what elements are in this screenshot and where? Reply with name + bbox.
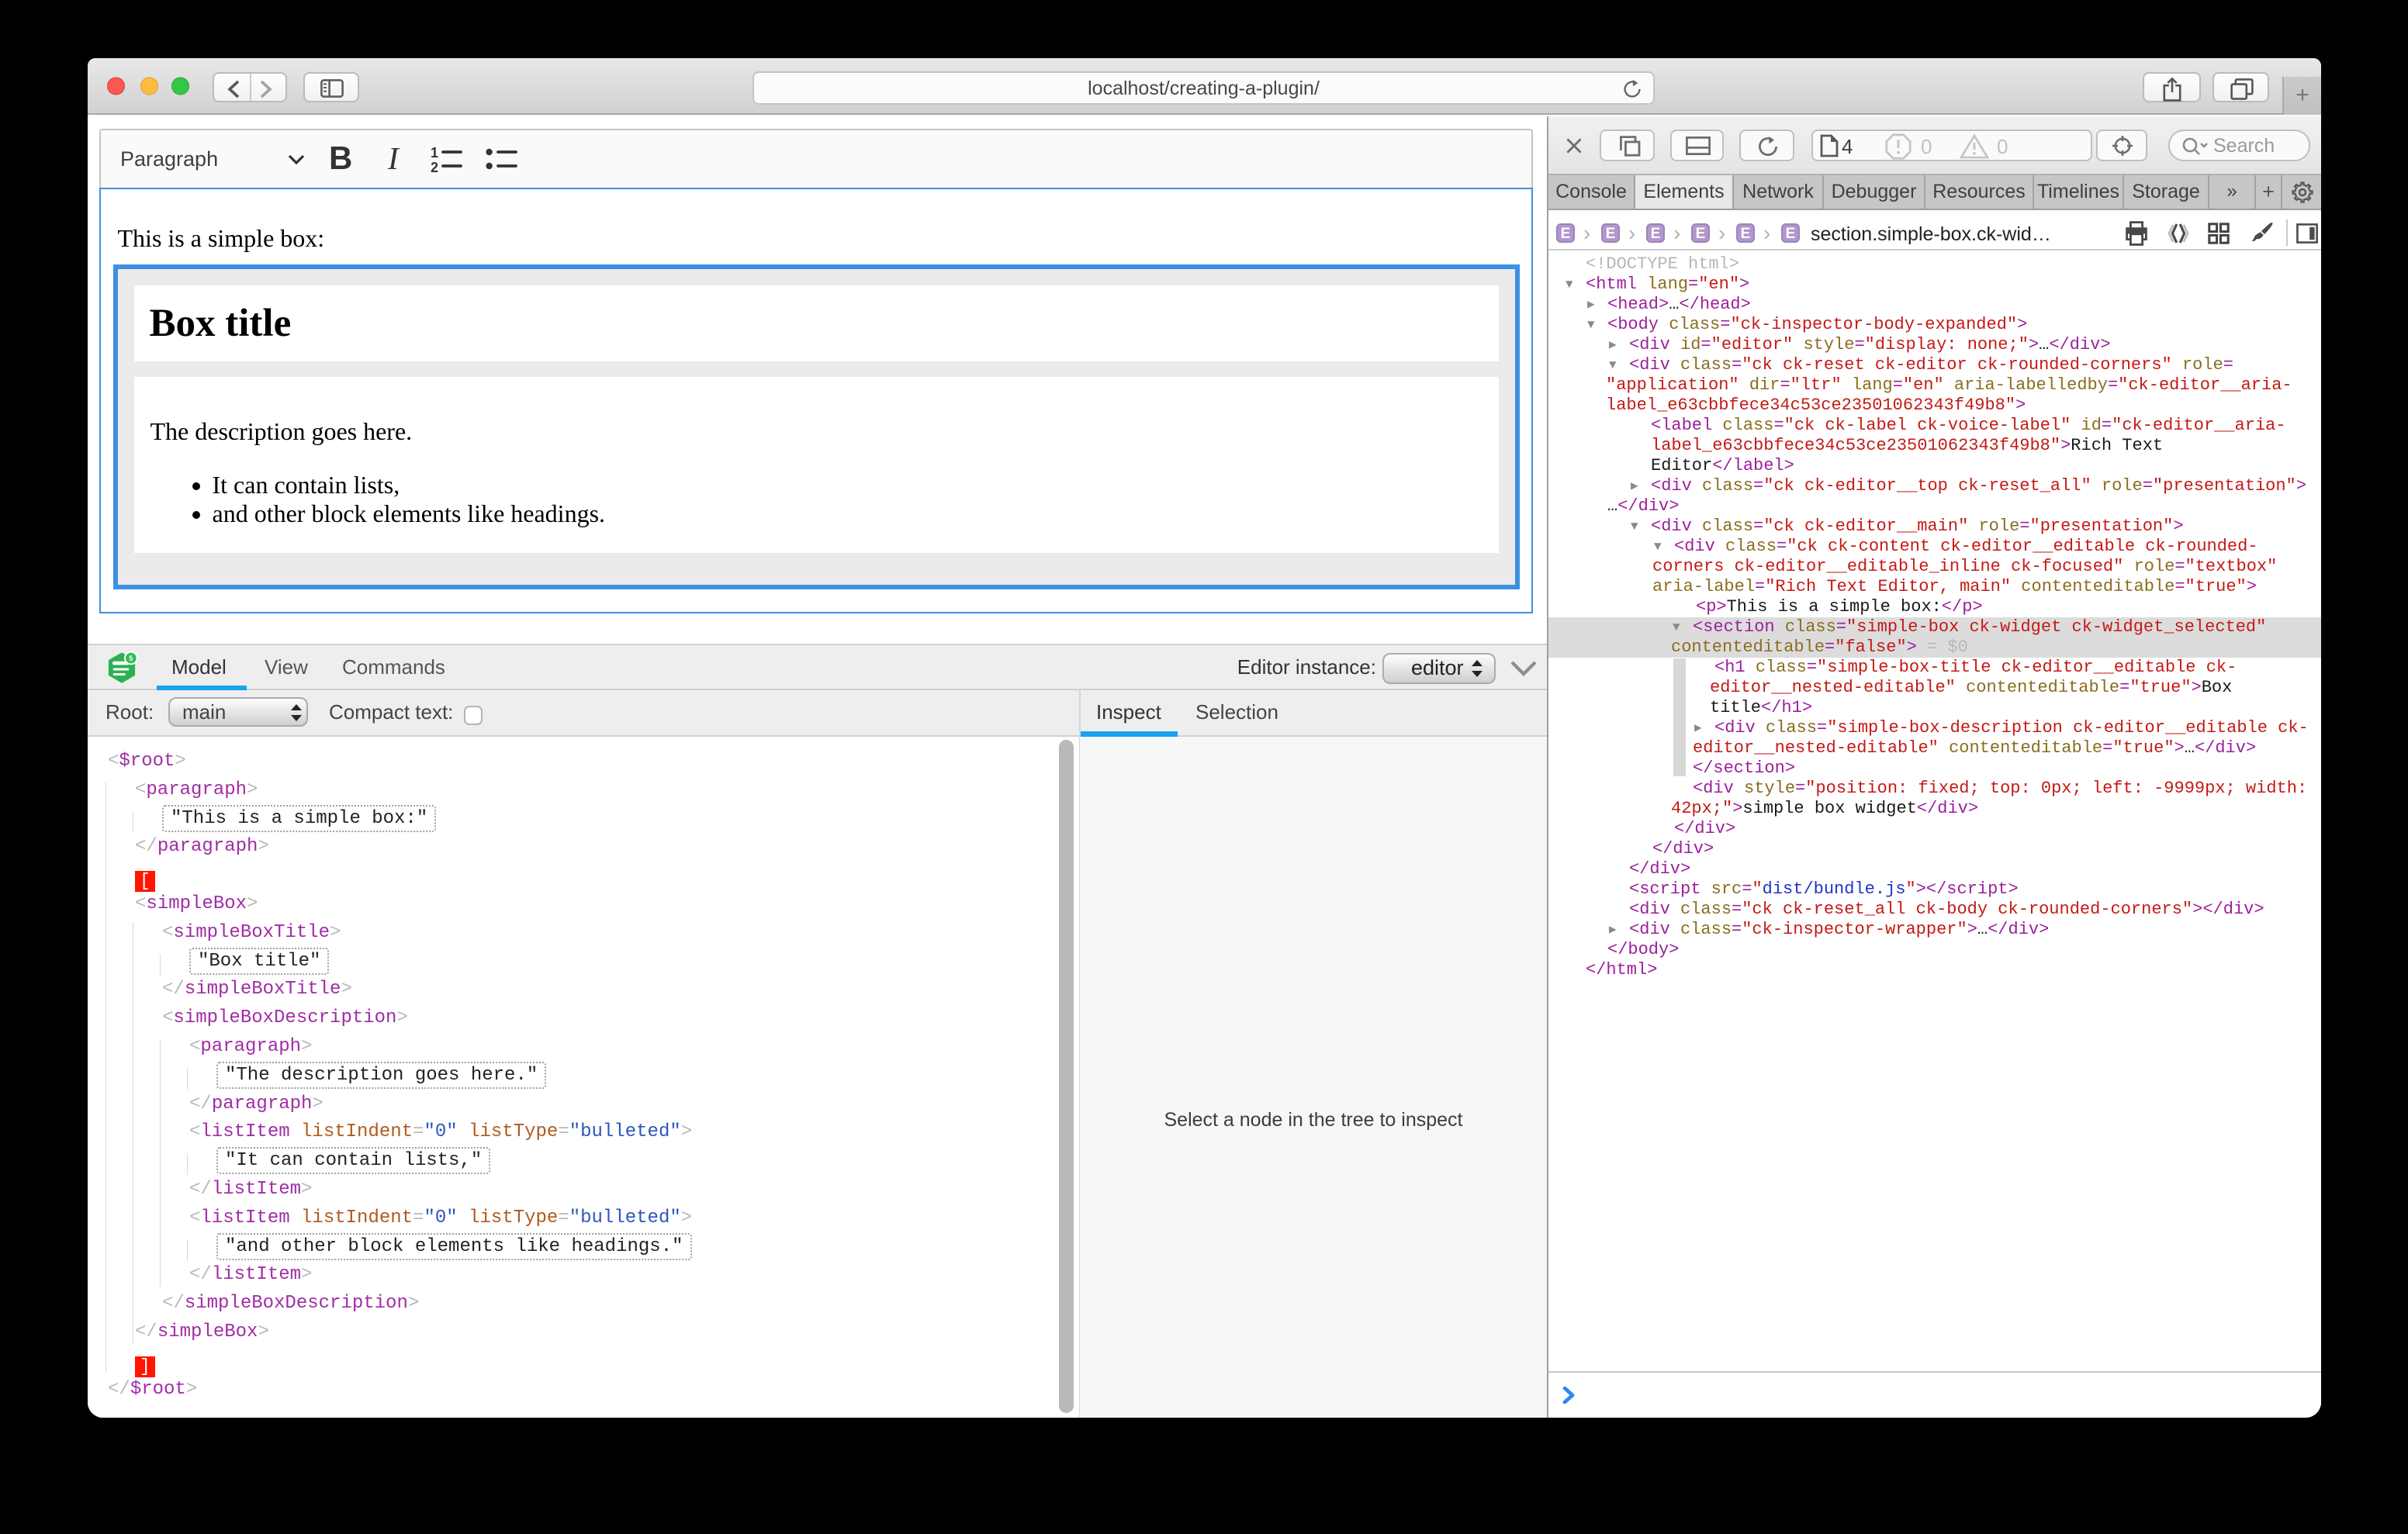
svg-text:1: 1 xyxy=(431,146,438,161)
svg-text:5: 5 xyxy=(129,655,133,662)
svg-text:2: 2 xyxy=(431,160,438,175)
